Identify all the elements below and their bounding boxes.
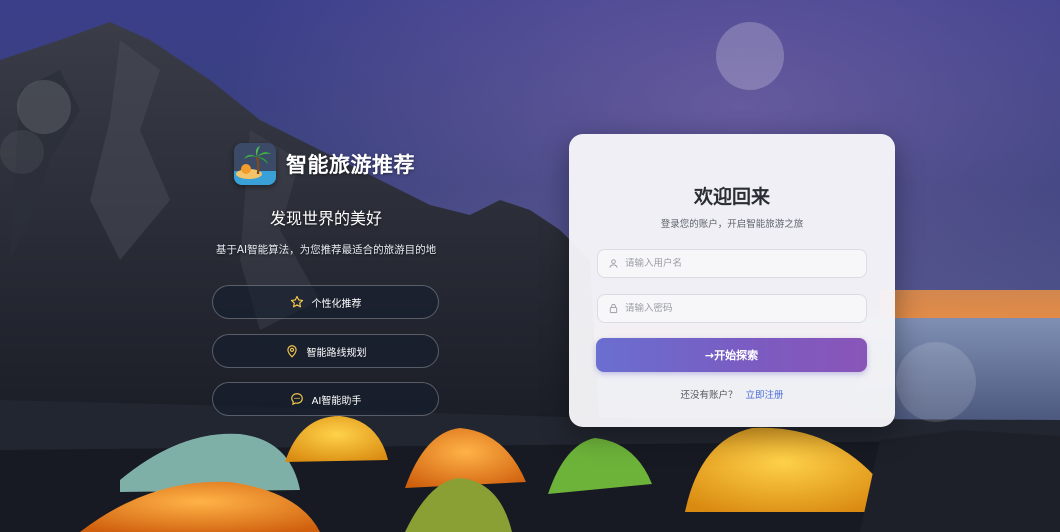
user-icon bbox=[608, 258, 619, 269]
hero-description: 基于AI智能算法，为您推荐最适合的旅游目的地 bbox=[215, 244, 437, 256]
login-title: 欢迎回来 bbox=[693, 186, 770, 208]
brand: 智能旅游推荐 bbox=[234, 143, 415, 185]
password-field[interactable] bbox=[597, 294, 867, 323]
login-subtitle: 登录您的账户，开启智能旅游之旅 bbox=[660, 219, 804, 230]
username-input[interactable] bbox=[625, 258, 866, 269]
register-link[interactable]: 立即注册 bbox=[746, 390, 784, 401]
password-input[interactable] bbox=[625, 303, 866, 314]
feature-label: 智能路线规划 bbox=[306, 347, 367, 359]
register-prompt: 还没有账户？ bbox=[680, 390, 738, 401]
feature-route-planning[interactable]: 智能路线规划 bbox=[212, 334, 439, 368]
hero-tagline: 发现世界的美好 bbox=[269, 209, 382, 228]
register-row: 还没有账户？ 立即注册 bbox=[569, 387, 895, 401]
lock-icon bbox=[608, 303, 619, 314]
feature-ai-assistant[interactable]: AI智能助手 bbox=[212, 382, 439, 416]
feature-label: 个性化推荐 bbox=[311, 298, 362, 310]
palm-tree-island-icon bbox=[234, 143, 276, 185]
feature-personalized-recommendation[interactable]: 个性化推荐 bbox=[212, 285, 439, 319]
mountain-campsite-scene bbox=[0, 0, 1060, 532]
chat-bubble-icon bbox=[290, 392, 304, 406]
map-pin-icon bbox=[285, 344, 299, 358]
username-field[interactable] bbox=[597, 249, 867, 278]
app-title: 智能旅游推荐 bbox=[286, 153, 415, 177]
feature-label: AI智能助手 bbox=[311, 395, 362, 407]
start-explore-button[interactable]: →开始探索 bbox=[596, 338, 867, 372]
background-photo bbox=[0, 0, 1060, 532]
login-card: 欢迎回来 登录您的账户，开启智能旅游之旅 →开始探索 还没有账户？ 立即注册 bbox=[569, 134, 895, 427]
star-icon bbox=[290, 295, 304, 309]
